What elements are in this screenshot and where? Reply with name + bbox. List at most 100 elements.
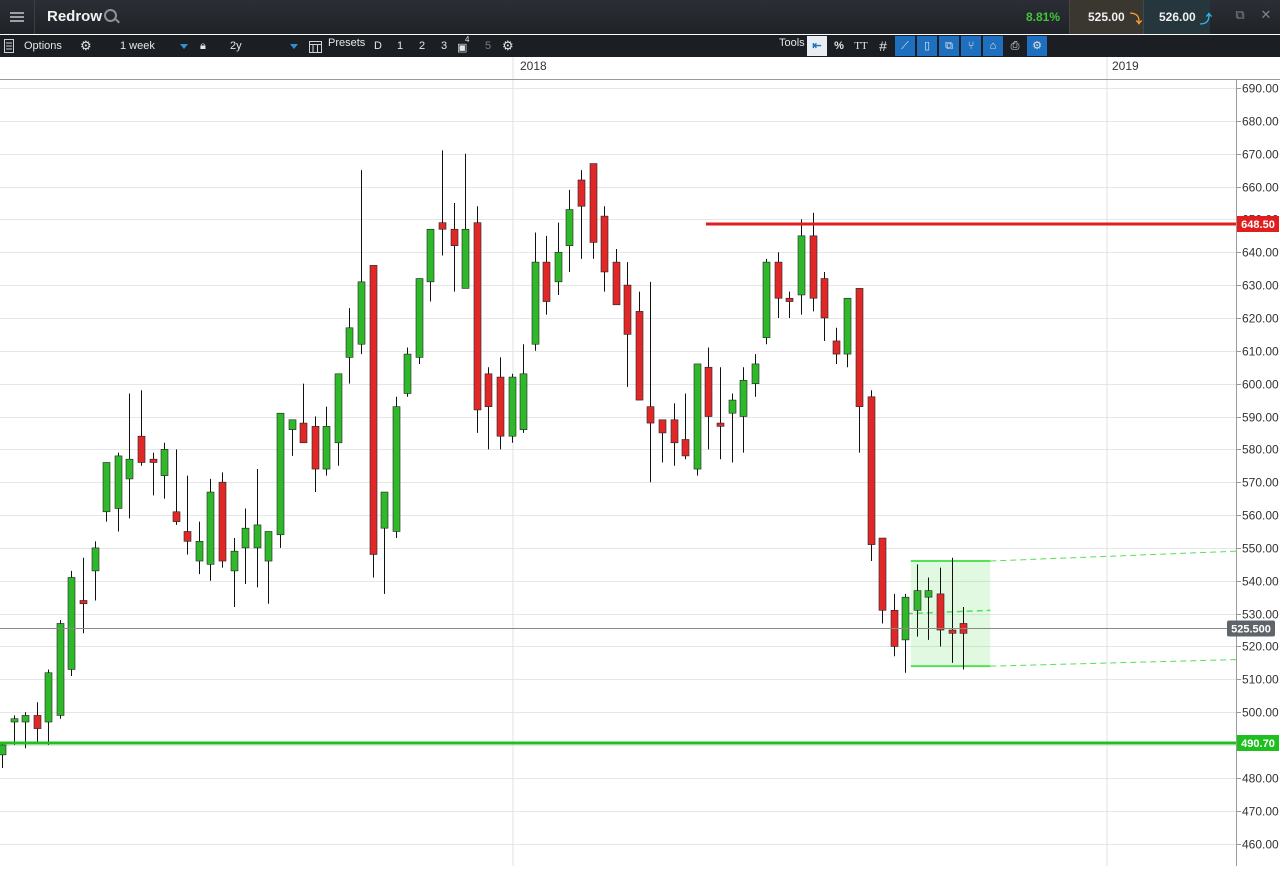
back-arrow-icon[interactable]: ⇤ [807,36,827,56]
instrument-title: Redrow [47,8,103,25]
document-icon[interactable] [4,35,16,57]
candle-body [299,422,308,444]
candle-body [195,541,204,562]
candle-body [508,376,517,437]
menu-icon[interactable] [0,0,35,34]
candle-body [751,363,760,384]
tool-settings-icon[interactable]: ⚙ [1027,36,1047,56]
candle-body [635,311,644,401]
trendline-icon[interactable]: ⟋ [895,36,915,56]
search-icon[interactable] [104,9,117,22]
candle-body [901,596,910,641]
candle-body [125,458,134,480]
candle-body [0,744,7,756]
candle-body [612,261,621,306]
range-select[interactable]: 2y [230,38,298,54]
y-tick-label: 690.00 [1242,82,1279,96]
candle-body [704,366,713,417]
candle-body [693,363,702,470]
chevron-down-icon [290,44,298,49]
popout-icon[interactable]: ⧉ [1234,8,1246,21]
candle-body [241,527,250,549]
fork-icon[interactable]: ⑂ [961,36,981,56]
preset-3-button[interactable]: 3 [434,36,454,56]
candle-body [206,491,215,565]
candle-body [461,228,470,289]
candle-body [230,550,239,572]
candle-body [797,235,806,296]
candle-body [44,672,53,723]
down-arrow-icon: ⤵ [1130,12,1143,26]
candle-body [646,406,655,424]
preset-4-label: 4 [465,35,470,44]
candle-body [114,455,123,509]
sell-button[interactable]: 525.00 ⤵ [1069,0,1143,34]
candle-body [867,396,876,545]
candle-body [137,435,146,463]
price-chart[interactable]: 2018 2019 460.00470.00480.00490.00500.00… [0,57,1280,866]
layers-icon[interactable]: ⧉ [939,36,959,56]
preset-2-button[interactable]: 2 [412,36,432,56]
preset-1-button[interactable]: 1 [390,36,410,56]
y-tick-label: 540.00 [1242,575,1279,589]
x-label-2019: 2019 [1112,59,1139,73]
chart-canvas[interactable]: 2018 2019 460.00470.00480.00490.00500.00… [0,57,1280,866]
tag-icon[interactable]: ⌂ [983,36,1003,56]
y-tick-label: 470.00 [1242,805,1279,819]
candle-body [253,524,262,549]
candle-body [426,228,435,283]
y-tick-label: 630.00 [1242,279,1279,293]
text-tool-button[interactable]: TT [851,36,871,56]
candle-body [785,297,794,302]
percent-button[interactable]: % [829,36,849,56]
y-tick-label: 550.00 [1242,542,1279,556]
candle-body [913,590,922,611]
candle-body [392,406,401,532]
lock-icon[interactable]: 🔒︎ [200,35,206,57]
candle-body [554,251,563,283]
settings-gear-icon[interactable]: ⚙ [502,35,514,57]
y-tick-label: 670.00 [1242,148,1279,162]
candle-body [67,577,76,670]
resistance-label: 648.50 [1241,219,1275,231]
y-tick-label: 560.00 [1242,509,1279,523]
candle-body [484,373,493,407]
candle-body [102,462,111,513]
buy-button[interactable]: 526.00 ⤴ [1143,0,1213,34]
preset-d-button[interactable]: D [368,36,388,56]
preset-4-button[interactable]: ▣ 4 [454,35,474,56]
options-button[interactable]: Options [24,35,62,57]
y-tick-label: 500.00 [1242,706,1279,720]
interval-select[interactable]: 1 week [120,38,188,54]
candle-icon[interactable]: ▯ [917,36,937,56]
y-tick-label: 480.00 [1242,772,1279,786]
candle-body [172,511,181,522]
y-tick-label: 530.00 [1242,608,1279,622]
calendar-icon[interactable] [309,35,322,57]
interval-value: 1 week [120,40,155,52]
gear-icon[interactable]: ⚙ [80,35,92,57]
preset-5-button[interactable]: 5 [478,36,498,56]
grid-icon[interactable]: # [873,36,893,56]
y-tick-label: 620.00 [1242,312,1279,326]
candle-body [33,715,42,729]
candle-body [438,222,447,230]
y-tick-label: 570.00 [1242,476,1279,490]
candle-body [542,261,551,302]
y-tick-label: 610.00 [1242,345,1279,359]
candle-body [832,340,841,355]
candle-body [948,629,957,634]
candle-body [21,715,30,723]
print-icon[interactable]: ⎙ [1005,36,1025,56]
chevron-down-icon [180,44,188,49]
candle-body [716,422,725,427]
candle-body [183,531,192,542]
candle-body [91,547,100,572]
candle-body [311,426,320,470]
up-arrow-icon: ⤴ [1200,12,1213,26]
close-icon[interactable]: ✕ [1260,8,1272,21]
candle-body [380,491,389,529]
candle-body [403,353,412,394]
candle-body [577,179,586,207]
change-percent: 8.81% [1025,10,1060,24]
